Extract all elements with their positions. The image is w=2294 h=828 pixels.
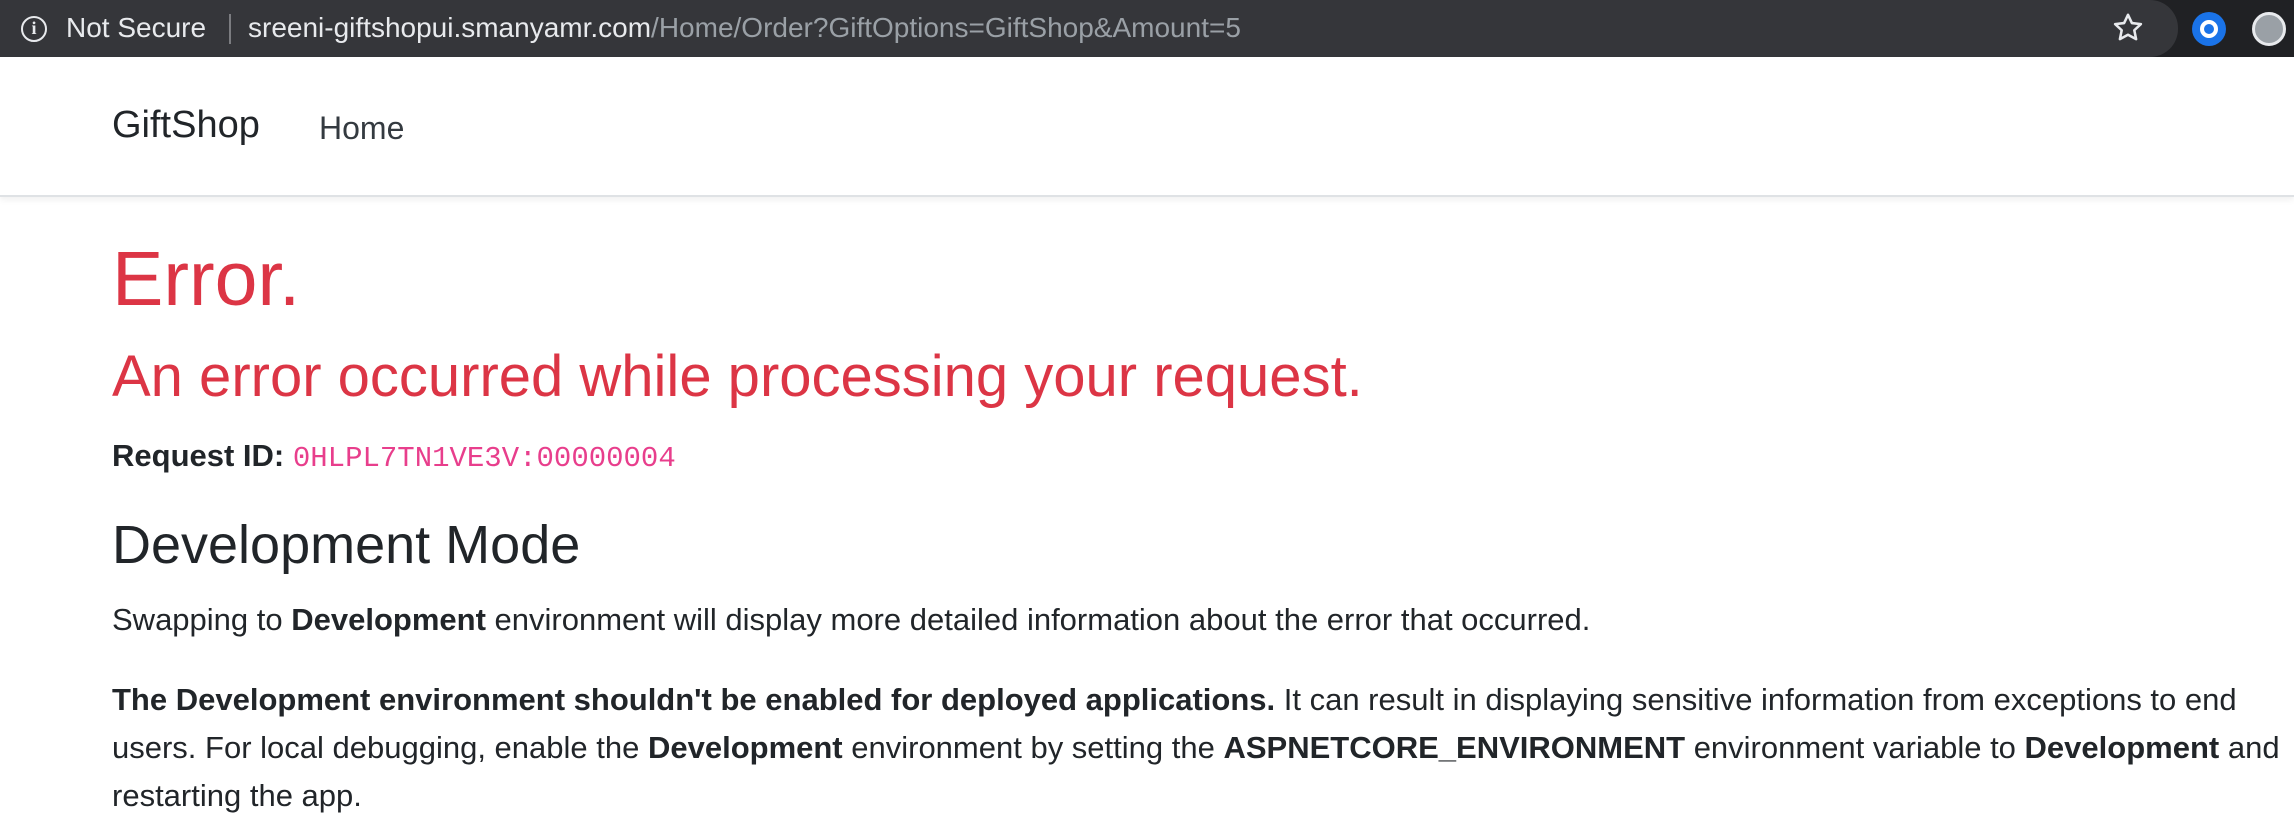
address-bar-separator: [229, 14, 231, 44]
p2-bold-development-value: Development: [2024, 730, 2220, 765]
p1-text-1: Swapping to: [112, 602, 292, 637]
brand-link[interactable]: GiftShop: [112, 103, 260, 147]
p2-text-3: environment variable to: [1685, 730, 2025, 765]
extension-icon[interactable]: [2192, 12, 2226, 46]
bookmark-star-icon[interactable]: [2110, 10, 2146, 46]
error-title: Error.: [112, 236, 301, 322]
p2-bold-env-var: ASPNETCORE_ENVIRONMENT: [1223, 730, 1686, 765]
error-subtitle: An error occurred while processing your …: [112, 344, 1363, 409]
request-id-line: Request ID: 0HLPL7TN1VE3V:00000004: [112, 438, 676, 477]
profile-icon[interactable]: [2252, 12, 2286, 46]
url-text[interactable]: sreeni-giftshopui.smanyamr.com/Home/Orde…: [248, 12, 1241, 44]
p1-text-2: environment will display more detailed i…: [485, 602, 1591, 637]
browser-toolbar: i Not Secure sreeni-giftshopui.smanyamr.…: [0, 0, 2294, 57]
development-warning-paragraph: The Development environment shouldn't be…: [112, 676, 2288, 820]
p2-bold-warning: The Development environment shouldn't be…: [112, 682, 1276, 717]
p1-bold-development: Development: [291, 602, 486, 637]
security-status-label[interactable]: Not Secure: [66, 12, 206, 44]
nav-link-home[interactable]: Home: [319, 109, 404, 147]
request-id-label: Request ID:: [112, 438, 285, 473]
address-bar[interactable]: i Not Secure sreeni-giftshopui.smanyamr.…: [0, 0, 2178, 57]
request-id-value: 0HLPL7TN1VE3V:00000004: [292, 442, 676, 475]
p2-text-2: environment by setting the: [842, 730, 1224, 765]
development-info-paragraph: Swapping to Development environment will…: [112, 596, 2288, 644]
url-host: sreeni-giftshopui.smanyamr.com: [248, 12, 652, 43]
site-navbar: GiftShop Home: [0, 57, 2294, 197]
url-path: /Home/Order?GiftOptions=GiftShop&Amount=…: [651, 12, 1241, 43]
info-icon[interactable]: i: [21, 16, 47, 42]
development-mode-heading: Development Mode: [112, 515, 581, 575]
p2-bold-development: Development: [647, 730, 843, 765]
